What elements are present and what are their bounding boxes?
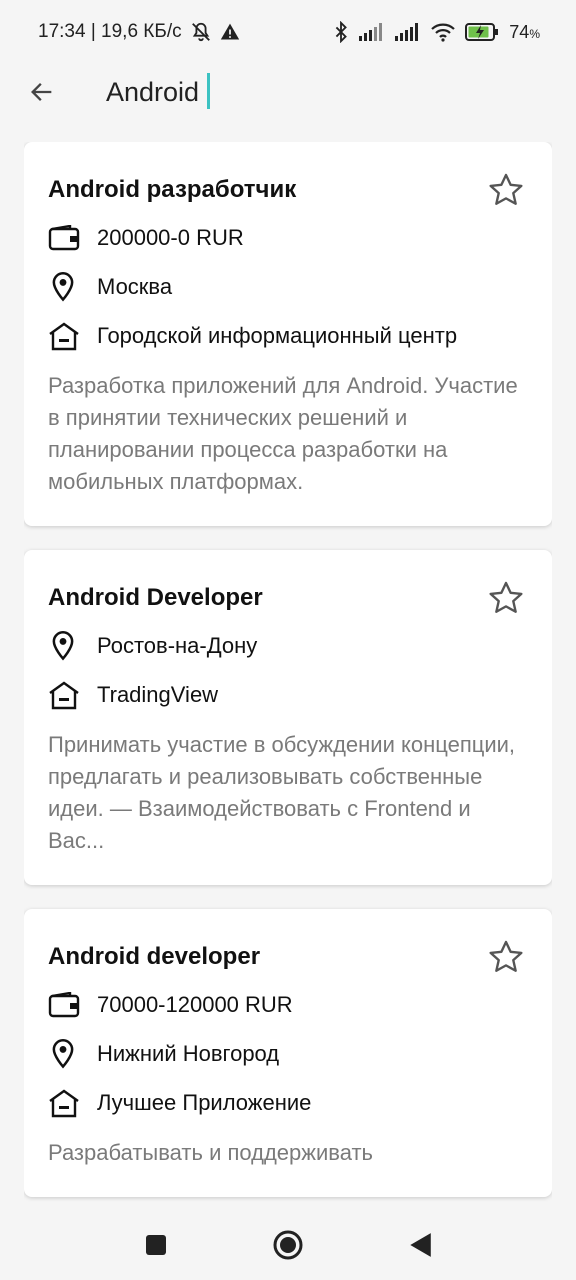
- recents-button[interactable]: [136, 1225, 176, 1265]
- vacancy-card[interactable]: Android Developer Ростов-на-Дону Trading…: [24, 550, 552, 885]
- star-icon: [489, 940, 523, 972]
- text-cursor: [207, 73, 210, 109]
- salary-text: 200000-0 RUR: [97, 225, 244, 250]
- triangle-back-icon: [410, 1233, 431, 1257]
- wallet-icon: [48, 222, 82, 254]
- salary-row: 70000-120000 RUR: [48, 989, 528, 1021]
- vacancy-title: Android developer: [48, 943, 261, 970]
- signal-icon: [359, 23, 385, 41]
- vacancy-description: Разработка приложений для Android. Участ…: [48, 373, 518, 494]
- favorite-button[interactable]: [486, 578, 526, 618]
- company-building-icon: [48, 1087, 82, 1119]
- location-pin-icon: [48, 630, 82, 662]
- city-row: Москва: [48, 271, 528, 303]
- status-left: 17:34 | 19,6 КБ/с: [38, 21, 240, 43]
- company-building-icon: [48, 679, 82, 711]
- location-pin-icon: [48, 1038, 82, 1070]
- location-pin-icon: [48, 271, 82, 303]
- company-building-icon: [48, 320, 82, 352]
- city-row: Ростов-на-Дону: [48, 630, 528, 662]
- city-text: Нижний Новгород: [97, 1041, 280, 1066]
- search-bar: [0, 64, 576, 120]
- time-speed: 17:34 | 19,6 КБ/с: [38, 21, 182, 42]
- wallet-icon: [48, 989, 82, 1021]
- city-row: Нижний Новгород: [48, 1038, 528, 1070]
- arrow-left-icon: [31, 83, 52, 101]
- status-bar: 17:34 | 19,6 КБ/с 74%: [0, 0, 576, 64]
- warning-icon: [220, 22, 240, 42]
- mute-icon: [190, 21, 212, 43]
- square-icon: [146, 1235, 166, 1255]
- battery-charging-icon: [465, 22, 499, 42]
- vacancy-card[interactable]: Android developer 70000-120000 RUR Нижни…: [24, 909, 552, 1197]
- vacancy-list[interactable]: Android разработчик 200000-0 RUR Москва …: [24, 142, 552, 1210]
- back-nav-button[interactable]: [400, 1225, 440, 1265]
- company-text: TradingView: [97, 682, 219, 707]
- vacancy-description: Разрабатывать и поддерживать: [48, 1140, 374, 1165]
- star-icon: [489, 173, 523, 205]
- system-nav-bar: [0, 1210, 576, 1280]
- favorite-button[interactable]: [486, 937, 526, 977]
- signal-icon: [395, 23, 421, 41]
- search-input[interactable]: [106, 72, 506, 112]
- status-right: 74%: [333, 21, 540, 43]
- city-text: Ростов-на-Дону: [97, 633, 258, 658]
- vacancy-description: Принимать участие в обсуждении концепции…: [48, 732, 516, 853]
- favorite-button[interactable]: [486, 170, 526, 210]
- home-button[interactable]: [268, 1225, 308, 1265]
- company-row: TradingView: [48, 679, 528, 711]
- vacancy-title: Android разработчик: [48, 176, 297, 203]
- back-button[interactable]: [20, 70, 64, 114]
- salary-row: 200000-0 RUR: [48, 222, 528, 254]
- wifi-icon: [431, 22, 456, 42]
- company-row: Городской информационный центр: [48, 320, 528, 352]
- bluetooth-icon: [333, 21, 349, 43]
- star-icon: [489, 581, 523, 613]
- company-row: Лучшее Приложение: [48, 1087, 528, 1119]
- vacancy-title: Android Developer: [48, 584, 263, 611]
- battery-percent: 74%: [509, 21, 540, 42]
- city-text: Москва: [97, 274, 173, 299]
- vacancy-card[interactable]: Android разработчик 200000-0 RUR Москва …: [24, 142, 552, 526]
- circle-home-icon: [273, 1230, 303, 1260]
- company-text: Лучшее Приложение: [97, 1090, 312, 1115]
- salary-text: 70000-120000 RUR: [97, 992, 293, 1017]
- company-text: Городской информационный центр: [97, 323, 458, 348]
